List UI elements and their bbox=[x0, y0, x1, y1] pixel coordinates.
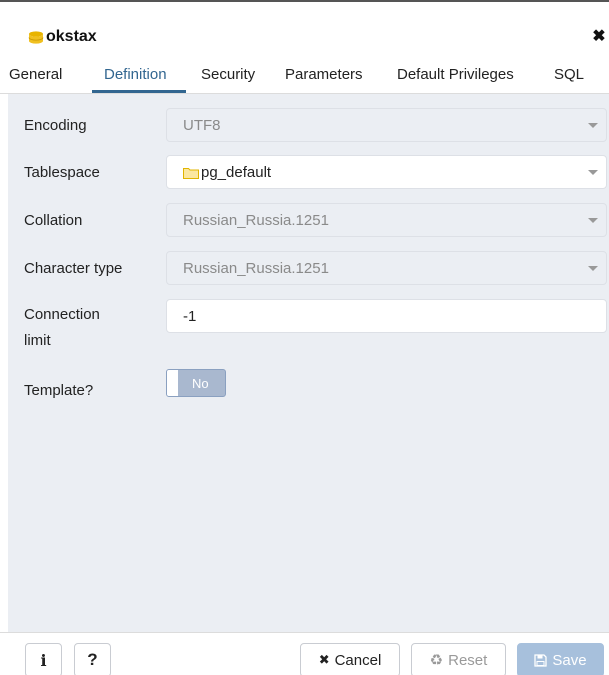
character-type-value: Russian_Russia.1251 bbox=[183, 260, 329, 277]
chevron-down-icon bbox=[588, 266, 598, 271]
save-label: Save bbox=[552, 651, 587, 669]
tab-security[interactable]: Security bbox=[201, 66, 255, 83]
info-icon: i bbox=[40, 650, 47, 670]
character-type-label: Character type bbox=[24, 260, 123, 277]
template-toggle[interactable]: No bbox=[166, 369, 226, 397]
toggle-knob bbox=[167, 370, 178, 396]
connection-limit-value: -1 bbox=[183, 308, 197, 325]
encoding-select: UTF8 bbox=[166, 108, 607, 142]
tab-sql[interactable]: SQL bbox=[554, 66, 584, 83]
cancel-label: Cancel bbox=[334, 651, 382, 669]
character-type-select: Russian_Russia.1251 bbox=[166, 251, 607, 285]
recycle-icon: ♻ bbox=[429, 652, 444, 669]
cancel-button[interactable]: ✖ Cancel bbox=[300, 643, 400, 675]
reset-label: Reset bbox=[448, 651, 488, 669]
dialog-footer: i ? ✖ Cancel ♻ Reset Save bbox=[0, 632, 609, 675]
tab-bar: General Definition Security Parameters D… bbox=[0, 62, 609, 94]
chevron-down-icon bbox=[588, 123, 598, 128]
close-icon: ✖ bbox=[318, 652, 330, 667]
chevron-down-icon bbox=[588, 218, 598, 223]
collation-select: Russian_Russia.1251 bbox=[166, 203, 607, 237]
connection-limit-input[interactable]: -1 bbox=[166, 299, 607, 333]
tab-parameters[interactable]: Parameters bbox=[285, 66, 363, 83]
close-icon[interactable]: ✖ bbox=[591, 28, 607, 46]
help-icon: ? bbox=[87, 650, 98, 669]
help-button[interactable]: ? bbox=[74, 643, 111, 675]
collation-label: Collation bbox=[24, 212, 83, 229]
save-icon bbox=[534, 653, 548, 667]
tablespace-value: pg_default bbox=[201, 164, 272, 181]
connection-limit-label-line2: limit bbox=[24, 332, 51, 349]
reset-button[interactable]: ♻ Reset bbox=[411, 643, 506, 675]
template-label: Template? bbox=[24, 382, 94, 399]
encoding-value: UTF8 bbox=[183, 117, 221, 134]
template-toggle-text: No bbox=[192, 376, 209, 391]
tab-default-privileges[interactable]: Default Privileges bbox=[397, 66, 514, 83]
tab-general[interactable]: General bbox=[9, 66, 62, 83]
tablespace-label: Tablespace bbox=[24, 164, 100, 181]
active-tab-indicator bbox=[92, 90, 186, 93]
database-icon bbox=[28, 31, 44, 44]
chevron-down-icon bbox=[588, 170, 598, 175]
collation-value: Russian_Russia.1251 bbox=[183, 212, 329, 229]
dialog-titlebar: okstax ✖ bbox=[0, 20, 609, 54]
dialog-title: okstax bbox=[46, 28, 97, 45]
database-dialog: okstax ✖ General Definition Security Par… bbox=[0, 0, 609, 675]
tab-definition[interactable]: Definition bbox=[104, 66, 167, 83]
tablespace-select[interactable]: pg_default bbox=[166, 155, 607, 189]
info-button[interactable]: i bbox=[25, 643, 62, 675]
folder-icon bbox=[183, 168, 199, 179]
save-button[interactable]: Save bbox=[517, 643, 604, 675]
encoding-label: Encoding bbox=[24, 117, 87, 134]
connection-limit-label-line1: Connection bbox=[24, 306, 100, 323]
